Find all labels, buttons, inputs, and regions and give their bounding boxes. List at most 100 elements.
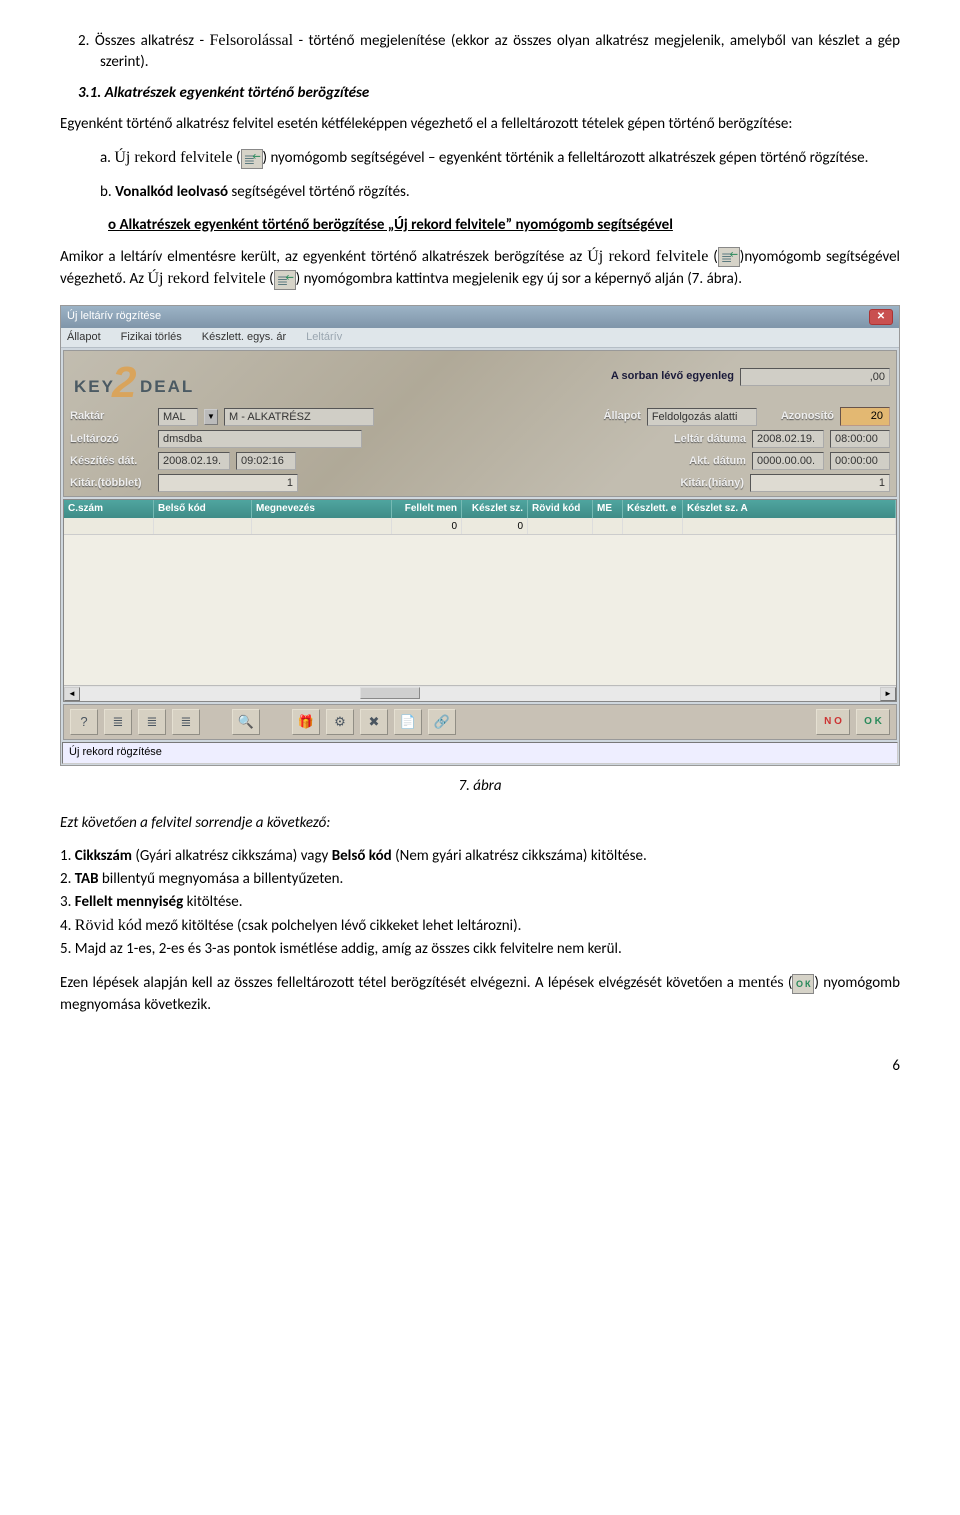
azonosito-value: 20 (840, 407, 890, 426)
cell[interactable] (64, 518, 154, 534)
text: Amikor a leltárív elmentésre került, az … (60, 248, 587, 266)
numbered-steps: 1. Cikkszám (Gyári alkatrész cikkszáma) … (60, 846, 900, 960)
logo-deal: DEAL (140, 375, 194, 399)
copy-button[interactable]: 📄 (394, 709, 422, 735)
circle-heading: Alkatrészek egyenként történő berögzítés… (60, 215, 900, 236)
text: Összes alkatrész - (95, 32, 210, 50)
cell-fellelt[interactable]: 0 (392, 518, 462, 534)
text: ) nyomógombra kattintva megjelenik egy ú… (296, 270, 742, 288)
col-keszlet-sz-a[interactable]: Készlet sz. A (683, 500, 896, 518)
titlebar: Új leltárív rögzítése ✕ (61, 306, 899, 328)
text: ( (708, 248, 717, 266)
raktar-name: M - ALKATRÉSZ (224, 408, 374, 426)
table: C.szám Belső kód Megnevezés Fellelt men … (63, 499, 897, 702)
table-header: C.szám Belső kód Megnevezés Fellelt men … (64, 500, 896, 518)
balance-value: ,00 (740, 368, 890, 386)
keszites-date: 2008.02.19. (158, 452, 230, 470)
toolbar: ? ≣ ≣ ≣ 🔍 🎁 ⚙ ✖ 📄 🔗 N O O K (63, 704, 897, 740)
text: Ezen lépések alapján kell az összes fell… (60, 974, 738, 992)
col-rovid-kod[interactable]: Rövid kód (528, 500, 593, 518)
text: a. (100, 149, 114, 167)
text-serif: Új rekord felvitele (148, 270, 266, 287)
akt-date: 0000.00.00. (752, 452, 824, 470)
app-window: Új leltárív rögzítése ✕ Állapot Fizikai … (60, 305, 900, 766)
lbl-kitar-tobblet: Kitár.(többlet) (70, 476, 152, 491)
lbl-azonosito: Azonosító (781, 409, 834, 424)
window-title: Új leltárív rögzítése (67, 309, 161, 324)
help-button[interactable]: ? (70, 709, 98, 735)
raktar-dropdown-icon[interactable]: ▼ (204, 409, 218, 425)
col-keszlett-e[interactable]: Készlett. e (623, 500, 683, 518)
scroll-thumb[interactable] (360, 687, 420, 699)
gift-button[interactable]: 🎁 (292, 709, 320, 735)
list1-button[interactable]: ≣ (104, 709, 132, 735)
intro-para: Egyenként történő alkatrész felvitel ese… (60, 114, 900, 135)
heading-3-1: 3.1. Alkatrészek egyenként történő berög… (60, 83, 900, 104)
leltar-time[interactable]: 08:00:00 (830, 430, 890, 448)
cell[interactable] (683, 518, 896, 534)
step-2: 2. TAB billentyű megnyomása a billentyűz… (60, 869, 900, 890)
menu-allapot[interactable]: Állapot (67, 330, 101, 345)
table-row[interactable]: 0 0 (64, 518, 896, 535)
doc-item-2: Összes alkatrész - Felsorolással - törté… (60, 30, 900, 73)
logo-two: 2 (112, 352, 136, 414)
kitar-hiany-value[interactable]: 1 (750, 474, 890, 492)
text: ) nyomógomb segítségével – egyenként tör… (263, 149, 869, 167)
new-record-icon (718, 247, 740, 267)
sub-a: a. Új rekord felvitele ( ) nyomógomb segí… (60, 147, 900, 169)
para-main: Amikor a leltárív elmentésre került, az … (60, 246, 900, 291)
lbl-keszites-dat: Készítés dát. (70, 454, 152, 469)
col-me[interactable]: ME (593, 500, 623, 518)
list2-button[interactable]: ≣ (138, 709, 166, 735)
allapot-value: Feldolgozás alatti (647, 408, 757, 426)
leltar-date[interactable]: 2008.02.19. (752, 430, 824, 448)
lbl-leltarozo: Leltározó (70, 432, 152, 447)
cell-keszlet[interactable]: 0 (462, 518, 528, 534)
logo: 2 KEY DEAL (70, 357, 190, 397)
search-button[interactable]: 🔍 (232, 709, 260, 735)
text-serif: mentés (738, 974, 783, 991)
col-belso-kod[interactable]: Belső kód (154, 500, 252, 518)
raktar-code[interactable]: MAL (158, 408, 198, 426)
figure-caption: 7. ábra (60, 776, 900, 797)
text: ( (233, 149, 241, 167)
text-bold: Felsorolással (210, 32, 294, 49)
para-order: Ezt követően a felvitel sorrendje a köve… (60, 813, 900, 834)
leltarozo-value[interactable]: dmsdba (158, 430, 362, 448)
new-record-icon (241, 149, 263, 169)
cell[interactable] (252, 518, 392, 534)
logo-key: KEY (74, 375, 115, 399)
balance-label: A sorban lévő egyenleg (611, 369, 734, 384)
para-save: Ezen lépések alapján kell az összes fell… (60, 972, 900, 1015)
step-5: 5. Majd az 1-es, 2-es és 3-as pontok ism… (60, 939, 900, 960)
text: segítségével történő rögzítés. (228, 183, 410, 201)
ok-button[interactable]: O K (856, 709, 890, 735)
scroll-left-icon[interactable]: ◄ (64, 687, 80, 701)
kitar-tobblet-value[interactable]: 1 (158, 474, 298, 492)
col-cszam[interactable]: C.szám (64, 500, 154, 518)
lbl-raktar: Raktár (70, 409, 152, 424)
text: b. (100, 183, 115, 201)
settings-button[interactable]: ⚙ (326, 709, 354, 735)
col-keszlet-sz[interactable]: Készlet sz. (462, 500, 528, 518)
cell[interactable] (154, 518, 252, 534)
col-fellelt[interactable]: Fellelt men (392, 500, 462, 518)
cell[interactable] (593, 518, 623, 534)
text-serif: Új rekord felvitele (114, 149, 232, 166)
new-record-button[interactable]: ≣ (172, 709, 200, 735)
no-button[interactable]: N O (816, 709, 850, 735)
menu-keszlet-ar[interactable]: Készlett. egys. ár (202, 330, 286, 345)
statusbar: Új rekord rögzítése (62, 742, 898, 763)
menu-fizikai-torles[interactable]: Fizikai törlés (121, 330, 182, 345)
cell[interactable] (623, 518, 683, 534)
text-serif: Új rekord felvitele (587, 248, 708, 265)
scroll-track[interactable] (80, 687, 880, 701)
link-button[interactable]: 🔗 (428, 709, 456, 735)
cell[interactable] (528, 518, 593, 534)
close-button[interactable]: ✕ (869, 309, 893, 325)
delete-button[interactable]: ✖ (360, 709, 388, 735)
sub-b: b. Vonalkód leolvasó segítségével történ… (60, 182, 900, 203)
scroll-right-icon[interactable]: ► (880, 687, 896, 701)
col-megnevezes[interactable]: Megnevezés (252, 500, 392, 518)
scrollbar-horizontal[interactable]: ◄ ► (64, 685, 896, 701)
